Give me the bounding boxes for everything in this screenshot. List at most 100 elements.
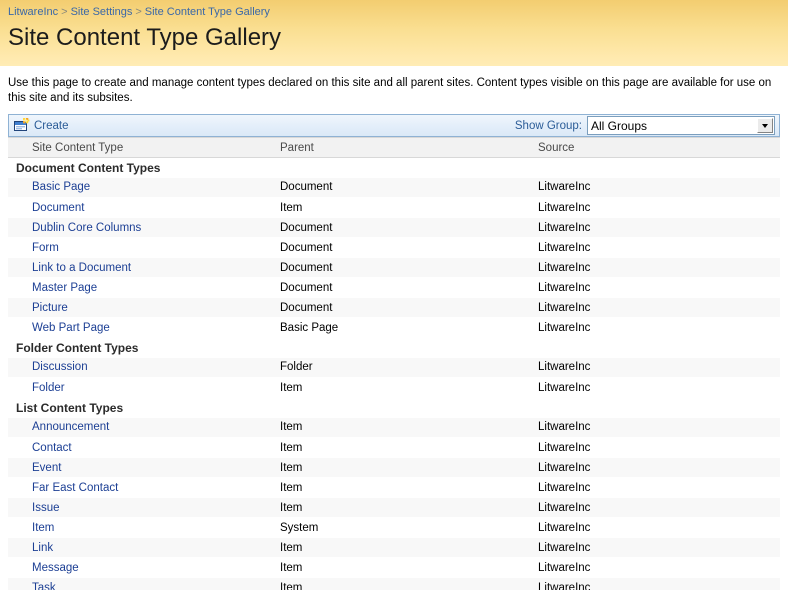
parent-value: Item: [280, 382, 302, 394]
section-header-row: Folder Content Types: [8, 338, 780, 358]
cell-parent: Basic Page: [280, 318, 538, 338]
content-type-link[interactable]: Event: [32, 462, 61, 474]
table-row[interactable]: DocumentItemLitwareInc: [8, 198, 780, 218]
cell-site-content-type: Issue: [8, 498, 280, 518]
table-row[interactable]: Contact Item LitwareInc: [8, 438, 780, 458]
cell-site-content-type: Far East Contact: [8, 478, 280, 498]
source-value: LitwareInc: [538, 181, 590, 193]
cell-site-content-type: Event: [8, 458, 280, 478]
column-header-parent[interactable]: Parent: [280, 138, 538, 158]
table-row[interactable]: Announcement ItemLitwareInc: [8, 418, 780, 438]
table-row[interactable]: IssueItemLitwareInc: [8, 498, 780, 518]
show-group-selected-value: All Groups: [591, 118, 647, 134]
table-row[interactable]: ItemSystemLitwareInc: [8, 518, 780, 538]
content-type-link[interactable]: Announcement: [32, 421, 109, 433]
cell-parent: Folder: [280, 358, 538, 378]
table-row[interactable]: FormDocumentLitwareInc: [8, 238, 780, 258]
content-type-link[interactable]: Dublin Core Columns: [32, 222, 141, 234]
parent-value: Item: [280, 442, 302, 454]
cell-site-content-type: Link: [8, 538, 280, 558]
content-type-link[interactable]: Link: [32, 542, 53, 554]
parent-value: Document: [280, 282, 332, 294]
section-title: Document Content Types: [8, 158, 780, 178]
content-type-link[interactable]: Basic Page: [32, 181, 90, 193]
content-type-link[interactable]: Discussion: [32, 361, 88, 373]
source-value: LitwareInc: [538, 382, 590, 394]
parent-value: Folder: [280, 361, 313, 373]
content-type-link[interactable]: Issue: [32, 502, 60, 514]
cell-source: LitwareInc: [538, 318, 780, 338]
source-value: LitwareInc: [538, 502, 590, 514]
column-header-site-content-type[interactable]: Site Content Type: [8, 138, 280, 158]
cell-parent: Document: [280, 238, 538, 258]
table-row[interactable]: Task Item LitwareInc: [8, 578, 780, 590]
table-row[interactable]: Basic Page DocumentLitwareInc: [8, 178, 780, 198]
new-content-type-icon: [14, 118, 30, 134]
parent-value: Basic Page: [280, 322, 338, 334]
create-button[interactable]: Create: [13, 117, 72, 135]
content-type-link[interactable]: Far East Contact: [32, 482, 118, 494]
breadcrumb-item-3[interactable]: Site Content Type Gallery: [145, 6, 270, 18]
cell-source: LitwareInc: [538, 258, 780, 278]
cell-source: LitwareInc: [538, 458, 780, 478]
cell-parent: Document: [280, 178, 538, 198]
cell-site-content-type: Contact: [8, 438, 280, 458]
table-row[interactable]: Master Page Document LitwareInc: [8, 278, 780, 298]
table-row[interactable]: Folder Item LitwareInc: [8, 378, 780, 398]
cell-parent: Item: [280, 538, 538, 558]
table-row[interactable]: Event ItemLitwareInc: [8, 458, 780, 478]
content-type-link[interactable]: Master Page: [32, 282, 97, 294]
toolbar: Create Show Group: All Groups: [8, 114, 780, 137]
content-type-link[interactable]: Picture: [32, 302, 68, 314]
breadcrumb-separator: >: [132, 6, 144, 18]
cell-source: LitwareInc: [538, 518, 780, 538]
cell-parent: Item: [280, 418, 538, 438]
cell-parent: Item: [280, 458, 538, 478]
table-row[interactable]: Web Part Page Basic Page LitwareInc: [8, 318, 780, 338]
content-type-link[interactable]: Task: [32, 582, 56, 590]
content-type-link[interactable]: Contact: [32, 442, 72, 454]
parent-value: Document: [280, 302, 332, 314]
page-header: LitwareInc>Site Settings>Site Content Ty…: [0, 0, 788, 66]
table-row[interactable]: LinkItemLitwareInc: [8, 538, 780, 558]
breadcrumb-item-1[interactable]: LitwareInc: [8, 6, 58, 18]
source-value: LitwareInc: [538, 421, 590, 433]
content-type-link[interactable]: Item: [32, 522, 54, 534]
cell-source: LitwareInc: [538, 278, 780, 298]
table-body: Document Content Types Basic Page Document…: [8, 158, 780, 590]
source-value: LitwareInc: [538, 442, 590, 454]
cell-site-content-type: Form: [8, 238, 280, 258]
cell-site-content-type: Discussion: [8, 358, 280, 378]
chevron-down-icon[interactable]: [757, 118, 773, 133]
table-row[interactable]: Picture Document LitwareInc: [8, 298, 780, 318]
table-row[interactable]: DiscussionFolderLitwareInc: [8, 358, 780, 378]
show-group-select[interactable]: All Groups: [587, 116, 775, 135]
page-description: Use this page to create and manage conte…: [0, 66, 788, 114]
content-type-link[interactable]: Form: [32, 242, 59, 254]
cell-source: LitwareInc: [538, 438, 780, 458]
cell-site-content-type: Picture: [8, 298, 280, 318]
cell-parent: Document: [280, 278, 538, 298]
table-row[interactable]: Link to a DocumentDocumentLitwareInc: [8, 258, 780, 278]
cell-source: LitwareInc: [538, 298, 780, 318]
parent-value: Item: [280, 202, 302, 214]
cell-parent: Item: [280, 558, 538, 578]
cell-parent: Item: [280, 478, 538, 498]
table-row[interactable]: Far East ContactItemLitwareInc: [8, 478, 780, 498]
table-row[interactable]: Message Item LitwareInc: [8, 558, 780, 578]
table-row[interactable]: Dublin Core ColumnsDocumentLitwareInc: [8, 218, 780, 238]
content-type-link[interactable]: Message: [32, 562, 79, 574]
parent-value: Item: [280, 542, 302, 554]
parent-value: Item: [280, 582, 302, 590]
cell-source: LitwareInc: [538, 578, 780, 590]
content-type-link[interactable]: Web Part Page: [32, 322, 110, 334]
content-type-link[interactable]: Document: [32, 202, 84, 214]
cell-site-content-type: Link to a Document: [8, 258, 280, 278]
cell-site-content-type: Master Page: [8, 278, 280, 298]
breadcrumb-item-2[interactable]: Site Settings: [71, 6, 133, 18]
content-type-link[interactable]: Link to a Document: [32, 262, 131, 274]
parent-value: Item: [280, 562, 302, 574]
content-type-link[interactable]: Folder: [32, 382, 65, 394]
source-value: LitwareInc: [538, 562, 590, 574]
column-header-source[interactable]: Source: [538, 138, 780, 158]
